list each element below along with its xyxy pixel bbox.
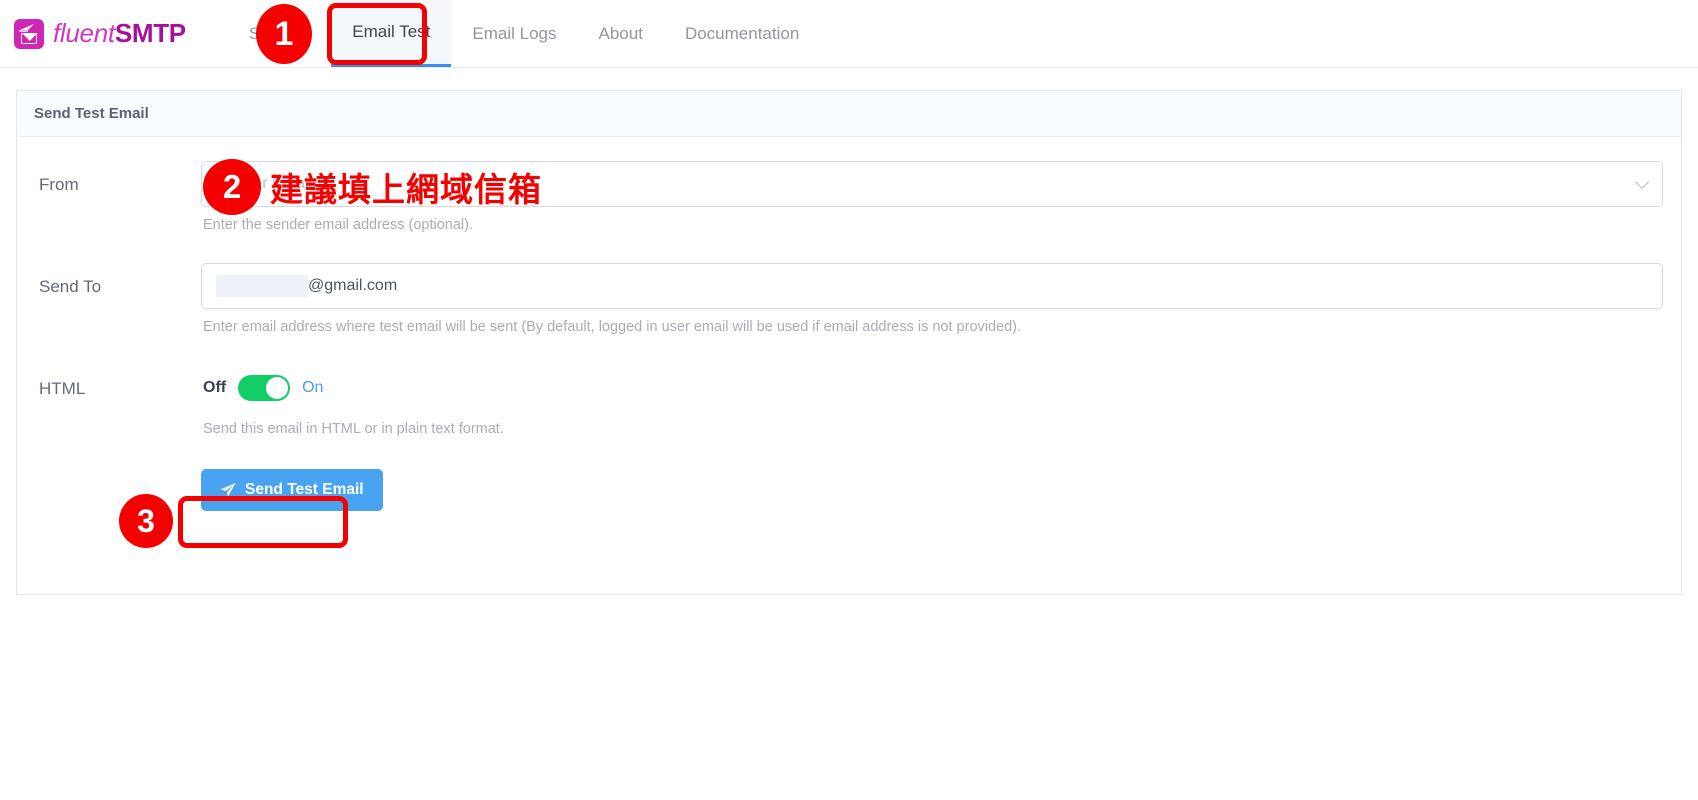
send-button-label: Send Test Email bbox=[245, 480, 364, 498]
brand-logo[interactable]: fluentSMTP bbox=[14, 18, 186, 49]
send-test-email-card: Send Test Email From Sender Email Enter … bbox=[16, 90, 1682, 595]
toggle-off-label: Off bbox=[203, 378, 227, 396]
top-navigation-bar: fluentSMTP Settings Email Test Email Log… bbox=[0, 0, 1698, 68]
send-to-row: Send To @gmail.com Enter email address w… bbox=[17, 262, 1681, 337]
send-to-label: Send To bbox=[39, 276, 102, 296]
send-to-domain: @gmail.com bbox=[308, 276, 398, 294]
nav-tabs: Settings Email Test Email Logs About Doc… bbox=[228, 0, 820, 67]
card-title: Send Test Email bbox=[17, 91, 1681, 137]
send-to-help-text: Enter email address where test email wil… bbox=[203, 318, 1022, 335]
toggle-on-label: On bbox=[302, 378, 324, 396]
tab-documentation[interactable]: Documentation bbox=[664, 0, 820, 67]
chevron-down-icon bbox=[1634, 174, 1650, 190]
from-row: From Sender Email Enter the sender email… bbox=[17, 161, 1681, 235]
from-label: From bbox=[39, 175, 79, 194]
speed-lines-icon bbox=[19, 23, 34, 32]
toggle-knob bbox=[266, 376, 289, 399]
html-toggle-switch[interactable] bbox=[238, 374, 291, 401]
tab-email-test[interactable]: Email Test bbox=[331, 0, 452, 67]
redacted-username bbox=[216, 274, 308, 297]
send-to-input[interactable]: @gmail.com bbox=[201, 262, 1663, 309]
annotation-note-text: 建議填上網域信箱 bbox=[270, 170, 542, 209]
submit-row: Send Test Email bbox=[201, 468, 1663, 511]
html-row: HTML Off On Send this email in HTML or i… bbox=[17, 365, 1681, 511]
html-toggle-group: Off On bbox=[201, 365, 1663, 411]
brand-text: fluentSMTP bbox=[53, 18, 186, 49]
tab-about[interactable]: About bbox=[578, 0, 664, 67]
html-field-wrap: Off On Send this email in HTML or in pla… bbox=[201, 365, 1663, 511]
paper-plane-icon bbox=[220, 482, 236, 497]
send-test-email-button[interactable]: Send Test Email bbox=[201, 468, 383, 511]
html-help-text: Send this email in HTML or in plain text… bbox=[203, 420, 504, 437]
envelope-shape bbox=[21, 32, 37, 44]
send-to-field-wrap: @gmail.com Enter email address where tes… bbox=[201, 262, 1663, 337]
brand-name-light: fluent bbox=[53, 18, 115, 48]
annotation-badge-1: 1 bbox=[256, 4, 312, 64]
brand-name-bold: SMTP bbox=[114, 18, 186, 48]
envelope-speed-icon bbox=[14, 18, 44, 49]
from-help-text: Enter the sender email address (optional… bbox=[203, 217, 474, 233]
card-body: From Sender Email Enter the sender email… bbox=[17, 137, 1681, 511]
tab-email-logs[interactable]: Email Logs bbox=[451, 0, 577, 67]
annotation-badge-3: 3 bbox=[119, 494, 173, 548]
html-label: HTML bbox=[39, 378, 86, 398]
annotation-badge-2: 2 bbox=[203, 159, 261, 215]
